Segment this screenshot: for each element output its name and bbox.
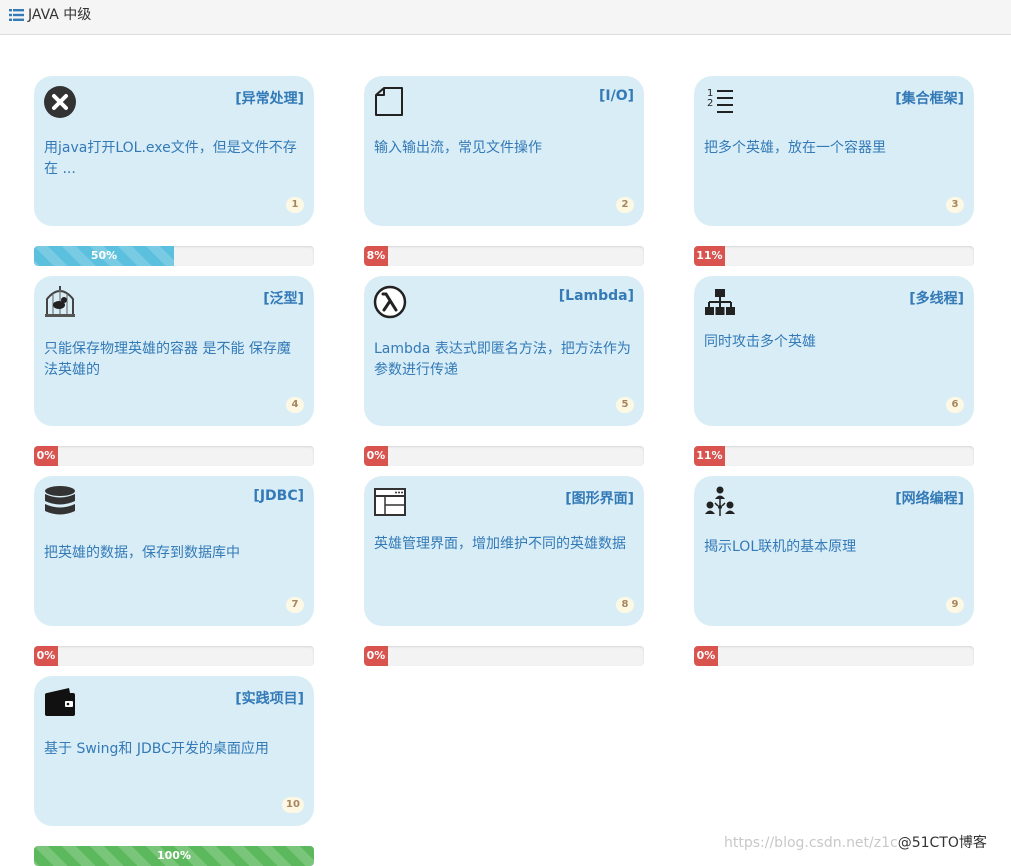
card-description: 把多个英雄，放在一个容器里 xyxy=(704,140,886,156)
window-icon xyxy=(374,488,406,516)
watermark-brand: @51CTO博客 xyxy=(897,835,987,851)
file-icon xyxy=(375,87,403,116)
progress-bar: 8% xyxy=(364,246,644,266)
progress-fill: 11% xyxy=(694,246,725,266)
watermark-url: https://blog.csdn.net/z1c xyxy=(724,835,898,851)
progress-fill: 0% xyxy=(34,646,58,666)
card-description: 把英雄的数据，保存到数据库中 xyxy=(44,545,240,561)
card-category[interactable]: [Lambda] xyxy=(559,288,634,304)
card-number-badge: 2 xyxy=(616,197,634,213)
card-description: Lambda 表达式即匿名方法，把方法作为参数进行传递 xyxy=(374,341,631,378)
progress-fill: 0% xyxy=(364,646,388,666)
card-description: 只能保存物理英雄的容器 是不能 保存魔法英雄的 xyxy=(44,341,291,378)
course-card-collections[interactable]: 1 2 [集合框架] 把多个英雄，放在一个容器里 3 xyxy=(694,76,974,226)
sitemap-icon xyxy=(705,289,735,315)
progress-bar: 0% xyxy=(364,446,644,466)
progress-fill: 8% xyxy=(364,246,388,266)
progress-bar: 50% xyxy=(34,246,314,266)
card-number-badge: 10 xyxy=(282,797,304,813)
progress-fill: 11% xyxy=(694,446,725,466)
page-title: JAVA 中级 xyxy=(28,7,92,23)
card-number-badge: 4 xyxy=(286,397,304,413)
card-category[interactable]: [图形界面] xyxy=(565,488,634,508)
watermark: https://blog.csdn.net/z1c@51CTO博客 xyxy=(724,832,987,852)
lambda-icon xyxy=(373,285,407,319)
course-card-jdbc[interactable]: [JDBC] 把英雄的数据，保存到数据库中 7 xyxy=(34,476,314,626)
course-card-lambda[interactable]: [Lambda] Lambda 表达式即匿名方法，把方法作为参数进行传递 5 xyxy=(364,276,644,426)
card-category[interactable]: [实践项目] xyxy=(235,688,304,708)
card-number-badge: 7 xyxy=(286,597,304,613)
course-card-exception[interactable]: [异常处理] 用java打开LOL.exe文件，但是文件不存在 ... 1 xyxy=(34,76,314,226)
progress-bar: 0% xyxy=(34,646,314,666)
card-category[interactable]: [泛型] xyxy=(263,288,304,308)
progress-bar: 11% xyxy=(694,246,974,266)
card-number-badge: 3 xyxy=(946,197,964,213)
numbered-list-icon: 1 2 xyxy=(707,88,733,113)
card-number-badge: 5 xyxy=(616,397,634,413)
course-card-project[interactable]: [实践项目] 基于 Swing和 JDBC开发的桌面应用 10 xyxy=(34,676,314,826)
progress-fill: 0% xyxy=(694,646,718,666)
course-card-generics[interactable]: [泛型] 只能保存物理英雄的容器 是不能 保存魔法英雄的 4 xyxy=(34,276,314,426)
card-description: 基于 Swing和 JDBC开发的桌面应用 xyxy=(44,741,269,757)
error-circle-icon xyxy=(44,86,76,118)
card-description: 同时攻击多个英雄 xyxy=(704,334,816,350)
network-users-icon xyxy=(705,486,735,516)
database-icon xyxy=(45,486,75,515)
course-card-gui[interactable]: [图形界面] 英雄管理界面，增加维护不同的英雄数据 8 xyxy=(364,476,644,626)
card-category[interactable]: [I/O] xyxy=(599,88,634,104)
wallet-icon xyxy=(45,688,75,716)
card-description: 揭示LOL联机的基本原理 xyxy=(704,539,857,555)
card-category[interactable]: [异常处理] xyxy=(235,88,304,108)
top-bar: JAVA 中级 xyxy=(0,0,1011,35)
progress-bar: 11% xyxy=(694,446,974,466)
progress-fill: 50% xyxy=(34,246,174,266)
card-description: 用java打开LOL.exe文件，但是文件不存在 ... xyxy=(44,140,297,177)
card-category[interactable]: [JDBC] xyxy=(253,488,304,504)
progress-bar: 0% xyxy=(34,446,314,466)
progress-fill: 100% xyxy=(34,846,314,866)
progress-bar: 0% xyxy=(364,646,644,666)
card-category[interactable]: [多线程] xyxy=(909,288,964,308)
card-number-badge: 9 xyxy=(946,597,964,613)
progress-bar: 0% xyxy=(694,646,974,666)
card-category[interactable]: [网络编程] xyxy=(895,488,964,508)
birdcage-icon xyxy=(45,286,75,317)
progress-fill: 0% xyxy=(364,446,388,466)
card-category[interactable]: [集合框架] xyxy=(895,88,964,108)
card-number-badge: 6 xyxy=(946,397,964,413)
card-description: 输入输出流，常见文件操作 xyxy=(374,140,542,156)
progress-bar: 100% xyxy=(34,846,314,866)
course-card-io[interactable]: [I/O] 输入输出流，常见文件操作 2 xyxy=(364,76,644,226)
course-card-multithreading[interactable]: [多线程] 同时攻击多个英雄 6 xyxy=(694,276,974,426)
card-number-badge: 1 xyxy=(286,197,304,213)
list-icon xyxy=(9,9,24,21)
course-card-networking[interactable]: [网络编程] 揭示LOL联机的基本原理 9 xyxy=(694,476,974,626)
card-number-badge: 8 xyxy=(616,597,634,613)
svg-text:2: 2 xyxy=(707,98,713,109)
progress-fill: 0% xyxy=(34,446,58,466)
card-description: 英雄管理界面，增加维护不同的英雄数据 xyxy=(374,536,626,552)
